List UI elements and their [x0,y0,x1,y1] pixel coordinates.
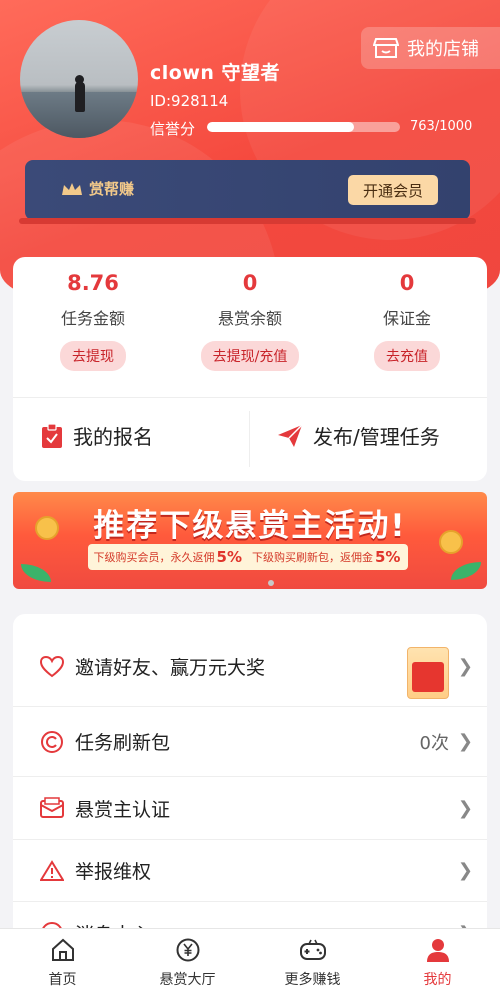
withdraw-button[interactable]: 去提现 [60,341,126,371]
list-item-label: 任务刷新包 [75,732,171,754]
promo-banner[interactable]: 推荐下级悬赏主活动! 下级购买会员，永久返佣 5% 下级购买刷新包，返佣金 5% [13,492,487,589]
banner-right-pct: 5% [375,548,401,566]
yuan-icon [176,937,200,963]
list-item-refresh-pack[interactable]: 任务刷新包 0次 ❯ [13,707,487,777]
banner-subtitle: 下级购买会员，永久返佣 5% 下级购买刷新包，返佣金 5% [88,544,408,570]
vip-brand-label: 赏帮赚 [89,180,135,198]
stat-reward-balance: 0 悬赏余额 去提现/充值 [170,271,330,371]
chevron-right-icon: ❯ [457,656,473,677]
my-signups-label: 我的报名 [73,425,153,449]
chevron-right-icon: ❯ [457,731,473,752]
wallet-card: 8.76 任务金额 去提现 0 悬赏余额 去提现/充值 0 保证金 去充值 我的… [13,257,487,481]
stat-deposit: 0 保证金 去充值 [327,271,487,371]
withdraw-recharge-button[interactable]: 去提现/充值 [200,341,300,371]
mail-icon [39,795,65,821]
list-item-label: 举报维权 [75,861,152,883]
list-item-verification[interactable]: 悬赏主认证 ❯ [13,777,487,840]
gamepad-icon [299,937,326,963]
stat-value: 0 [242,271,258,295]
tab-home[interactable]: 首页 [0,929,125,998]
my-signups-button[interactable]: 我的报名 [41,421,153,450]
stat-value: 0 [399,271,415,295]
credit-value: 763/1000 [410,119,473,134]
stat-value: 8.76 [67,271,119,295]
list-item-invite[interactable]: 邀请好友、赢万元大奖 ❯ [13,627,487,707]
stat-task-amount: 8.76 任务金额 去提现 [13,271,173,371]
credit-progress-bar [207,122,400,132]
user-name: clown 守望者 [150,62,281,84]
list-item-report[interactable]: 举报维权 ❯ [13,840,487,902]
crown-icon [62,182,82,195]
carousel-indicator[interactable] [268,580,274,586]
vip-brand: 赏帮赚 [61,178,134,199]
list-item-label: 悬赏主认证 [75,798,171,821]
chevron-right-icon: ❯ [457,797,473,819]
tab-reward-hall[interactable]: 悬赏大厅 [125,929,250,998]
home-icon [51,937,75,963]
leaf-decoration [21,564,51,582]
banner-left-text: 下级购买会员，永久返佣 [93,551,215,564]
credit-progress-fill [207,122,355,132]
publish-manage-label: 发布/管理任务 [313,425,440,449]
tab-label: 悬赏大厅 [159,972,216,988]
banner-left-pct: 5% [216,548,242,566]
heart-icon [39,654,65,680]
tab-mine[interactable]: 我的 [375,929,500,998]
user-icon [426,937,449,963]
tab-more-earn[interactable]: 更多赚钱 [250,929,375,998]
warning-icon [39,858,65,884]
tab-label: 首页 [48,972,77,988]
divider [13,397,487,398]
stat-label: 任务金额 [60,309,125,328]
bottom-tab-bar: 首页 悬赏大厅 更多赚钱 我的 [0,928,500,998]
shop-icon [373,38,399,58]
send-icon [278,423,303,447]
open-vip-button[interactable]: 开通会员 [348,175,438,205]
banner-title: 推荐下级悬赏主活动! [93,508,407,544]
avatar[interactable] [20,20,138,138]
tab-label: 更多赚钱 [284,972,341,988]
chevron-right-icon: ❯ [457,860,473,881]
leaf-decoration [451,562,481,580]
vip-card: 赏帮赚 开通会员 [19,160,476,224]
clipboard-icon [42,422,62,448]
credit-label: 信誉分 [150,120,196,138]
stat-label: 保证金 [382,309,431,328]
red-packet-image [407,647,449,699]
user-id: ID:928114 [150,92,229,110]
refresh-icon [39,729,65,755]
recharge-button[interactable]: 去充值 [374,341,440,371]
menu-list: 邀请好友、赢万元大奖 ❯ 任务刷新包 0次 ❯ 悬赏主认证 ❯ 举报维权 ❯ 消… [13,614,487,954]
tab-label: 我的 [423,972,452,988]
my-shop-button[interactable]: 我的店铺 [361,27,500,69]
list-item-label: 邀请好友、赢万元大奖 [75,657,266,679]
banner-right-text: 下级购买刷新包，返佣金 [252,551,373,564]
divider [249,411,250,467]
list-item-value: 0次 [419,732,449,754]
publish-manage-button[interactable]: 发布/管理任务 [277,421,440,450]
stat-label: 悬赏余额 [217,309,282,328]
my-shop-label: 我的店铺 [407,39,479,60]
